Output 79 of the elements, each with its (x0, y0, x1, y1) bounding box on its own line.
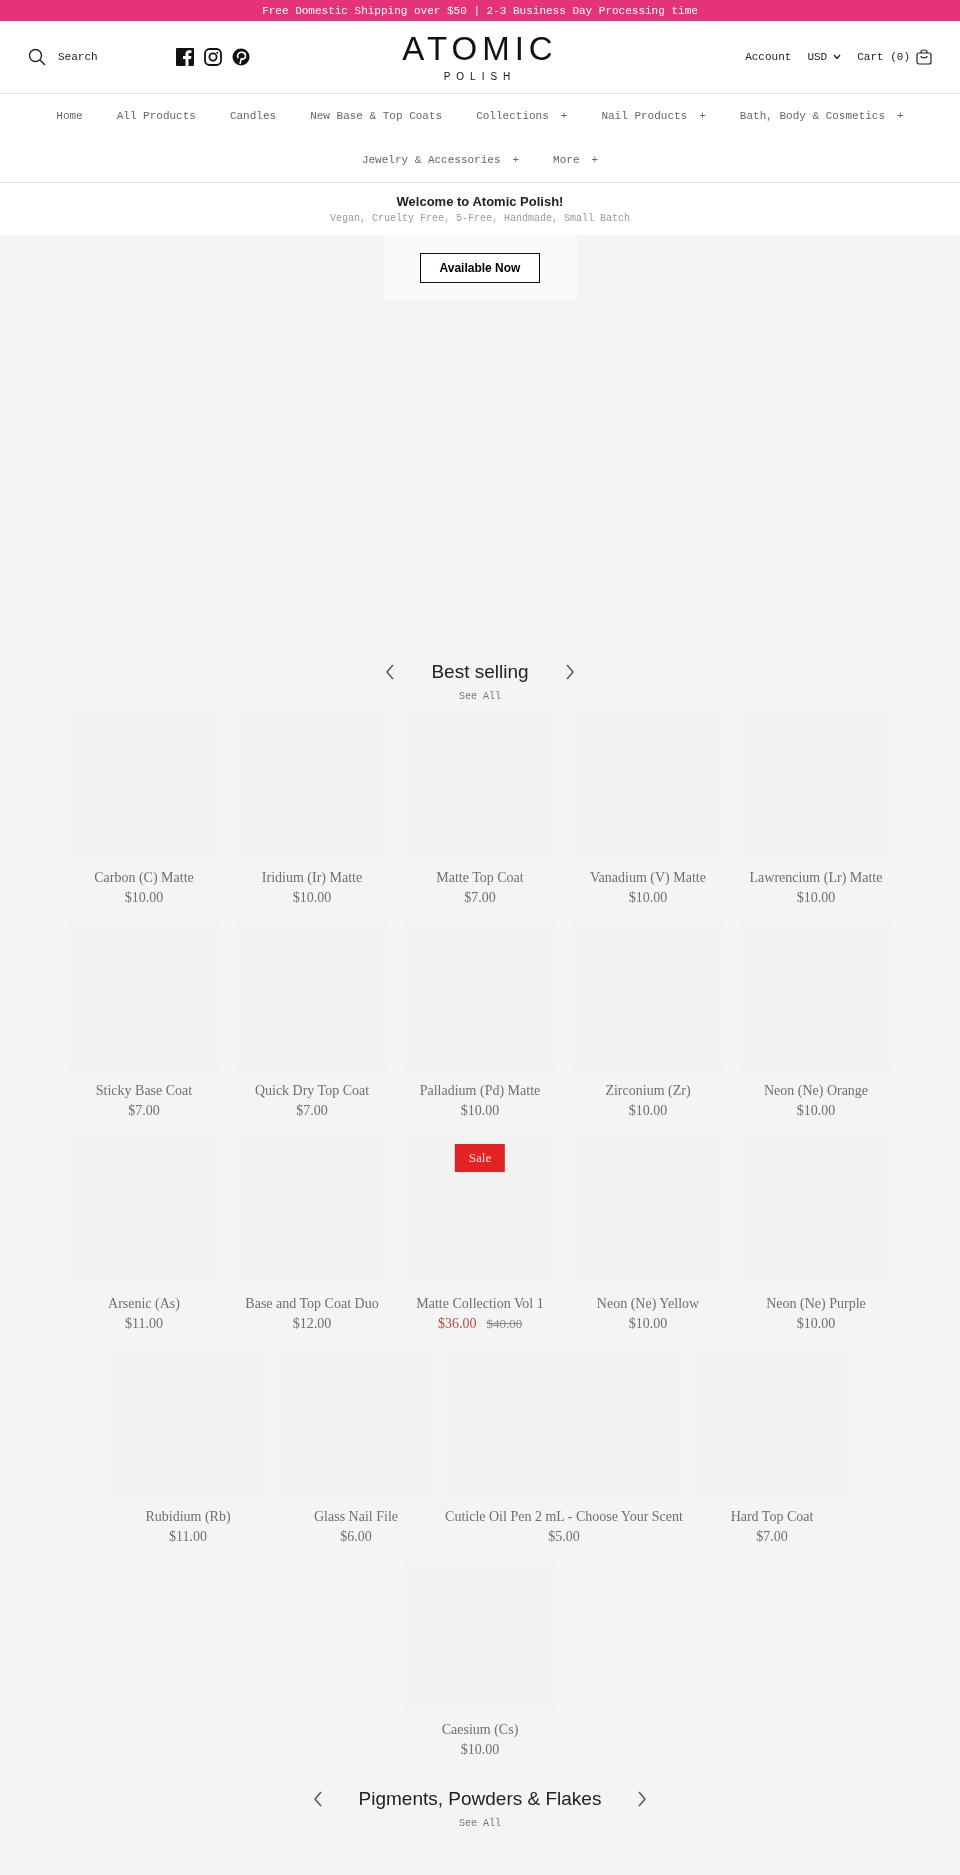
product-name[interactable]: Neon (Ne) Orange (763, 1083, 869, 1099)
chevron-left-icon (385, 664, 396, 680)
compare-price: $40.00 (486, 1316, 523, 1332)
section-title: Pigments, Powders & Flakes (358, 1788, 602, 1810)
chevron-left-icon (312, 1791, 323, 1807)
product-price: $5.00 (548, 1529, 580, 1545)
welcome-title: Welcome to Atomic Polish! (396, 194, 564, 209)
product-name[interactable]: Neon (Ne) Purple (766, 1296, 866, 1312)
product-name[interactable]: Neon (Ne) Yellow (596, 1296, 700, 1312)
nav-link[interactable]: Bath, Body & Cosmetics + (724, 94, 919, 138)
product-name[interactable]: Matte Top Coat (436, 870, 524, 886)
product-price: $12.00 (292, 1316, 332, 1332)
see-all-link[interactable]: See All (459, 691, 501, 702)
product-name[interactable]: Hard Top Coat (730, 1509, 814, 1525)
product-name[interactable]: Cuticle Oil Pen 2 mL - Choose Your Scent (445, 1509, 683, 1525)
next-button[interactable] (637, 1791, 648, 1807)
chevron-right-icon (637, 1791, 648, 1807)
caret-icon (833, 54, 842, 60)
product-price: $7.00 (128, 1103, 160, 1119)
search-icon (28, 48, 46, 66)
product-price: $10.00 (628, 1103, 668, 1119)
previous-button[interactable] (385, 664, 396, 680)
nav-link[interactable]: Home (41, 94, 98, 138)
product-price: $10.00 (292, 890, 332, 906)
product-price: $11.00 (169, 1529, 207, 1545)
available-now-button[interactable]: Available Now (420, 253, 540, 283)
next-button[interactable] (564, 664, 575, 680)
product-price: $10.00 (796, 1103, 836, 1119)
product-price: $36.00 (437, 1316, 477, 1332)
welcome-subtitle: Vegan, Cruelty Free, 5-Free, Handmade, Small Batch (329, 213, 631, 224)
previous-button[interactable] (312, 1791, 323, 1807)
product-name[interactable]: Iridium (Ir) Matte (261, 870, 363, 886)
product-name[interactable]: Palladium (Pd) Matte (419, 1083, 541, 1099)
product-name[interactable]: Sticky Base Coat (95, 1083, 193, 1099)
logo-title[interactable]: ATOMIC (402, 32, 558, 65)
account-link[interactable]: Account (745, 51, 792, 63)
announcement-bar: Free Domestic Shipping over $50 | 2-3 Business Day Processing time (0, 0, 960, 21)
product-price: $11.00 (125, 1316, 163, 1332)
product-name[interactable]: Base and Top Coat Duo (245, 1296, 379, 1312)
nav-link[interactable]: Nail Products + (586, 94, 721, 138)
product-price: $10.00 (628, 890, 668, 906)
logo-subtitle[interactable]: POLISH (443, 71, 517, 82)
nav-link[interactable]: More + (538, 138, 614, 182)
section-title: Best selling (431, 661, 529, 683)
shopping-bag-icon (916, 49, 932, 65)
product-price: $7.00 (464, 890, 496, 906)
product-name[interactable]: Vanadium (V) Matte (590, 870, 706, 886)
product-price: $10.00 (460, 1742, 500, 1758)
currency-selector[interactable]: USD (807, 51, 842, 63)
pinterest-icon[interactable] (231, 48, 250, 66)
product-price: $7.00 (756, 1529, 788, 1545)
product-name[interactable]: Glass Nail File (314, 1509, 398, 1525)
product-name[interactable]: Rubidium (Rb) (145, 1509, 231, 1525)
search-link[interactable]: Search (28, 48, 98, 66)
product-price: $6.00 (340, 1529, 372, 1545)
product-price: $10.00 (628, 1316, 668, 1332)
product-price: $10.00 (796, 1316, 836, 1332)
nav-link[interactable]: Collections + (461, 94, 583, 138)
sale-badge: Sale (454, 1144, 506, 1172)
facebook-icon[interactable] (175, 48, 194, 66)
nav-link[interactable]: New Base & Top Coats (295, 94, 458, 138)
product-name[interactable]: Arsenic (As) (108, 1296, 180, 1312)
product-name[interactable]: Caesium (Cs) (441, 1722, 519, 1738)
product-name[interactable]: Quick Dry Top Coat (254, 1083, 370, 1099)
product-price: $10.00 (796, 890, 836, 906)
nav-link[interactable]: All Products (101, 94, 211, 138)
product-price: $10.00 (124, 890, 164, 906)
product-name[interactable]: Matte Collection Vol 1 (416, 1296, 544, 1312)
product-price: $7.00 (296, 1103, 328, 1119)
product-name[interactable]: Carbon (C) Matte (94, 870, 194, 886)
see-all-link[interactable]: See All (459, 1818, 501, 1829)
nav-link[interactable]: Candles (214, 94, 292, 138)
product-name[interactable]: Lawrencium (Lr) Matte (749, 870, 883, 886)
instagram-icon[interactable] (203, 48, 222, 66)
cart-link[interactable]: Cart (0) (857, 49, 932, 65)
nav-link[interactable]: Jewelry & Accessories + (346, 138, 535, 182)
chevron-right-icon (564, 664, 575, 680)
product-name[interactable]: Zirconium (Zr) (605, 1083, 691, 1099)
product-price: $10.00 (460, 1103, 500, 1119)
